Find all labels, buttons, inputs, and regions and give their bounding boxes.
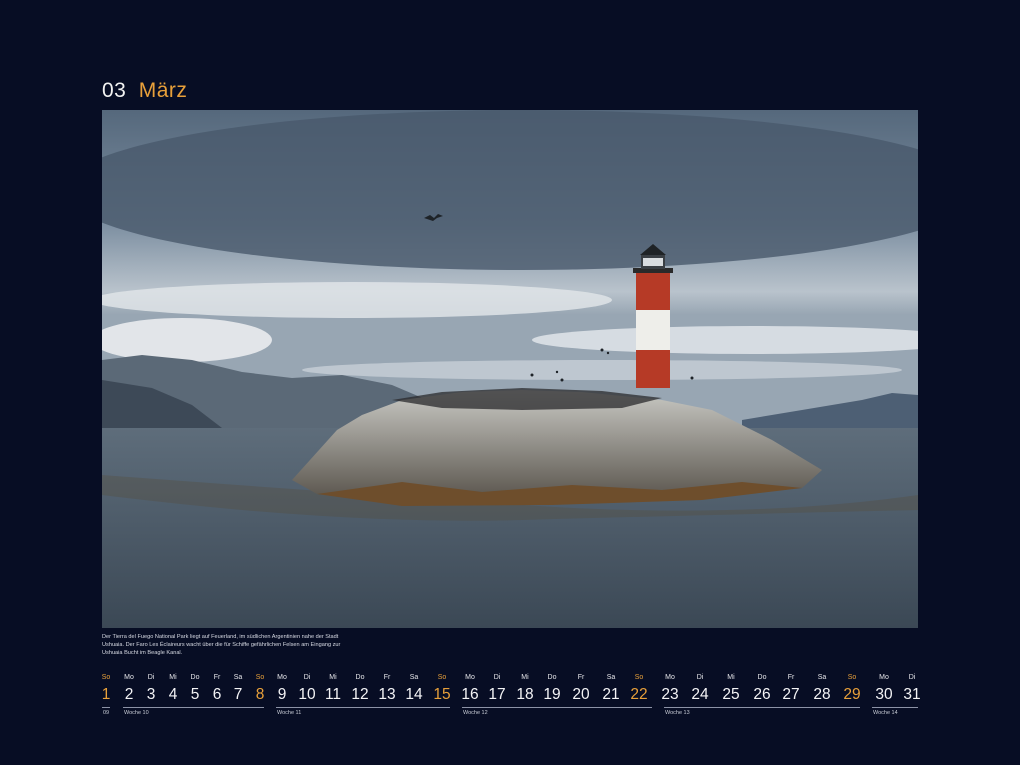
week-label: Woche 11: [277, 710, 302, 716]
week-label: Woche 13: [665, 710, 690, 716]
day-number: 31: [903, 686, 921, 703]
weekday-label: Mi: [329, 674, 337, 681]
weekday-label: Do: [190, 674, 200, 681]
weekday-label: Mo: [465, 674, 475, 681]
day-number: 13: [378, 686, 396, 703]
weekday-label: Mo: [879, 674, 889, 681]
weekday-label: Mi: [521, 674, 529, 681]
weekday-label: So: [847, 674, 857, 681]
week-label: Woche 10: [124, 710, 149, 716]
day-number: 19: [543, 686, 561, 703]
week-divider: [462, 707, 652, 708]
day-number: 25: [722, 686, 740, 703]
day-number: 6: [212, 686, 222, 703]
day-number: 4: [168, 686, 178, 703]
day-number: 14: [405, 686, 423, 703]
weekday-label: Fr: [787, 674, 795, 681]
weekday-label: Sa: [233, 674, 243, 681]
lighthouse-photo: [102, 110, 918, 628]
day-number: 9: [277, 686, 287, 703]
day-number: 16: [461, 686, 479, 703]
day-number: 28: [813, 686, 831, 703]
day-number: 2: [124, 686, 134, 703]
weekday-label: Do: [757, 674, 767, 681]
day-number: 15: [433, 686, 451, 703]
weekday-label: Mi: [727, 674, 735, 681]
day-number: 17: [488, 686, 506, 703]
week-divider: [664, 707, 860, 708]
week-divider: [872, 707, 918, 708]
month-header: 03 März: [102, 78, 187, 104]
week-label: Woche 12: [463, 710, 488, 716]
weekday-label: Fr: [213, 674, 221, 681]
month-number: 03: [102, 79, 127, 102]
weekday-label: Mo: [124, 674, 134, 681]
weekday-label: Do: [355, 674, 365, 681]
weekday-label: Di: [147, 674, 155, 681]
weekday-label: So: [255, 674, 265, 681]
weekday-label: Sa: [817, 674, 827, 681]
weekday-label: Mo: [277, 674, 287, 681]
day-number: 30: [875, 686, 893, 703]
weekday-label: Mo: [665, 674, 675, 681]
weekday-label: Fr: [577, 674, 585, 681]
weekday-label: Di: [493, 674, 501, 681]
weekday-label: So: [101, 674, 111, 681]
weekday-label: Di: [908, 674, 916, 681]
day-number: 23: [661, 686, 679, 703]
day-number: 3: [146, 686, 156, 703]
weekday-label: So: [634, 674, 644, 681]
day-number: 29: [843, 686, 861, 703]
weekday-label: Fr: [383, 674, 391, 681]
day-number: 24: [691, 686, 709, 703]
day-number: 1: [101, 686, 111, 703]
weekday-label: Di: [696, 674, 704, 681]
day-number: 7: [233, 686, 243, 703]
weekday-label: Do: [547, 674, 557, 681]
day-number: 21: [602, 686, 620, 703]
weekday-label: Mi: [169, 674, 177, 681]
weekday-label: Sa: [409, 674, 419, 681]
week-divider: [123, 707, 264, 708]
day-number: 18: [516, 686, 534, 703]
day-number: 26: [753, 686, 771, 703]
day-number: 11: [324, 686, 342, 703]
day-number: 27: [782, 686, 800, 703]
day-number: 20: [572, 686, 590, 703]
day-number: 5: [190, 686, 200, 703]
week-divider: [276, 707, 450, 708]
weekday-label: Sa: [606, 674, 616, 681]
day-number: 22: [630, 686, 648, 703]
day-number: 12: [351, 686, 369, 703]
week-label: 09: [103, 710, 110, 716]
week-label: Woche 14: [873, 710, 898, 716]
day-number: 8: [255, 686, 265, 703]
calendar-photo: [102, 110, 918, 628]
week-divider: [102, 707, 110, 708]
day-number: 10: [298, 686, 316, 703]
weekday-label: So: [437, 674, 447, 681]
weekday-label: Di: [303, 674, 311, 681]
photo-caption: Der Tierra del Fuego National Park liegt…: [102, 634, 341, 656]
month-name: März: [138, 79, 188, 102]
